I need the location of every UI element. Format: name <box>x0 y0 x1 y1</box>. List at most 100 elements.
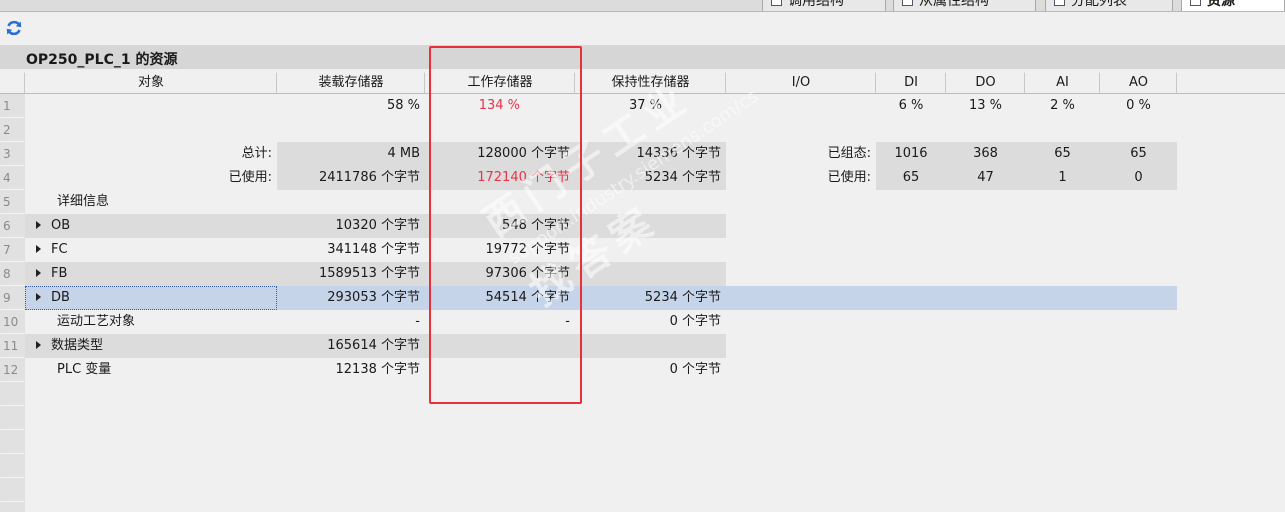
object-cell[interactable]: DB <box>25 286 277 310</box>
work-memory-cell: 128000 个字节 <box>425 142 575 166</box>
header-work-memory[interactable]: 工作存储器 <box>425 72 575 94</box>
ao-cell: 65 <box>1100 142 1177 166</box>
table-row[interactable]: 3 总计: 4 MB 128000 个字节 14336 个字节 已组态: 101… <box>0 142 1285 166</box>
work-memory-cell: 134 % <box>478 98 520 113</box>
load-memory-cell: - <box>415 314 420 329</box>
resource-title-bar: OP250_PLC_1 的资源 <box>0 45 1285 69</box>
expand-arrow-icon[interactable] <box>36 269 41 277</box>
do-cell: 47 <box>946 166 1025 190</box>
editor-tab-strip: 调用结构 从属性结构 分配列表 资源 <box>0 0 1285 12</box>
load-memory-cell: 4 MB <box>277 142 425 166</box>
header-retain-memory[interactable]: 保持性存储器 <box>575 72 726 94</box>
assignment-list-icon <box>1054 0 1065 6</box>
header-do[interactable]: DO <box>946 72 1025 94</box>
empty-row <box>0 382 1285 406</box>
row-number: 1 <box>0 94 25 118</box>
table-row[interactable]: 7 FC 341148 个字节 19772 个字节 <box>0 238 1285 262</box>
expand-arrow-icon[interactable] <box>36 221 41 229</box>
table-header-row: 对象 装载存储器 工作存储器 保持性存储器 I/O DI DO AI AO <box>0 72 1285 94</box>
retain-memory-cell: 14336 个字节 <box>575 142 726 166</box>
object-cell: 详细信息 <box>57 194 110 209</box>
object-cell: 运动工艺对象 <box>57 314 136 329</box>
expand-arrow-icon[interactable] <box>36 293 41 301</box>
object-cell[interactable]: FC <box>25 238 277 262</box>
header-object[interactable]: 对象 <box>25 72 277 94</box>
ao-cell: 0 <box>1100 166 1177 190</box>
object-cell: PLC 变量 <box>57 362 112 377</box>
work-memory-cell: 54514 个字节 <box>485 290 571 305</box>
row-number: 11 <box>0 334 25 358</box>
object-cell: 总计: <box>241 146 272 161</box>
ai-cell: 2 % <box>1050 98 1075 113</box>
empty-row <box>0 430 1285 454</box>
object-cell[interactable]: OB <box>25 214 277 238</box>
table-row[interactable]: 2 <box>0 118 1285 142</box>
di-cell: 65 <box>876 166 946 190</box>
resources-icon <box>1190 0 1201 6</box>
load-memory-cell: 58 % <box>386 98 420 113</box>
load-memory-cell: 10320 个字节 <box>277 214 425 238</box>
table-row[interactable]: 12 PLC 变量 12138 个字节 0 个字节 <box>0 358 1285 382</box>
header-io[interactable]: I/O <box>726 72 876 94</box>
retain-memory-cell: 5234 个字节 <box>575 166 726 190</box>
empty-row <box>0 454 1285 478</box>
work-memory-cell: 19772 个字节 <box>485 242 571 257</box>
retain-memory-cell <box>575 238 726 262</box>
table-row[interactable]: 5 详细信息 <box>0 190 1285 214</box>
refresh-icon[interactable] <box>4 18 24 38</box>
expand-arrow-icon[interactable] <box>36 341 41 349</box>
table-row[interactable]: 8 FB 1589513 个字节 97306 个字节 <box>0 262 1285 286</box>
row-number: 2 <box>0 118 25 142</box>
tab-resources[interactable]: 资源 <box>1181 0 1285 11</box>
io-cell: 已组态: <box>827 146 871 161</box>
object-cell[interactable]: FB <box>25 262 277 286</box>
header-ai[interactable]: AI <box>1025 72 1100 94</box>
row-number: 4 <box>0 166 25 190</box>
table-row[interactable]: 4 已使用: 2411786 个字节 172140 个字节 5234 个字节 已… <box>0 166 1285 190</box>
row-number: 6 <box>0 214 25 238</box>
io-cell: 已使用: <box>827 170 871 185</box>
call-structure-icon <box>771 0 782 6</box>
do-cell: 368 <box>946 142 1025 166</box>
row-number: 7 <box>0 238 25 262</box>
table-row[interactable]: 11 数据类型 165614 个字节 <box>0 334 1285 358</box>
header-ao[interactable]: AO <box>1100 72 1177 94</box>
ao-cell: 0 % <box>1126 98 1151 113</box>
table-row[interactable]: 1 58 % 134 % 37 % 6 % 13 % 2 % 0 % <box>0 94 1285 118</box>
row-number: 5 <box>0 190 25 214</box>
retain-memory-cell: 0 个字节 <box>669 362 721 377</box>
resources-table: 对象 装载存储器 工作存储器 保持性存储器 I/O DI DO AI AO 1 … <box>0 72 1285 512</box>
di-cell: 1016 <box>876 142 946 166</box>
table-row[interactable]: 10 运动工艺对象 - - 0 个字节 <box>0 310 1285 334</box>
table-row-selected[interactable]: 9 DB 293053 个字节 54514 个字节 5234 个字节 <box>0 286 1285 310</box>
dependency-structure-icon <box>902 0 913 6</box>
object-cell: 已使用: <box>228 170 272 185</box>
empty-row <box>0 478 1285 502</box>
load-memory-cell: 12138 个字节 <box>335 362 421 377</box>
load-memory-cell: 293053 个字节 <box>327 290 420 305</box>
load-memory-cell: 1589513 个字节 <box>277 262 425 286</box>
table-row[interactable]: 6 OB 10320 个字节 548 个字节 <box>0 214 1285 238</box>
retain-memory-cell: 5234 个字节 <box>644 290 721 305</box>
expand-arrow-icon[interactable] <box>36 245 41 253</box>
object-cell[interactable]: 数据类型 <box>25 334 277 358</box>
row-number: 8 <box>0 262 25 286</box>
load-memory-cell: 165614 个字节 <box>277 334 425 358</box>
header-di[interactable]: DI <box>876 72 946 94</box>
retain-memory-cell <box>575 334 726 358</box>
ai-cell: 1 <box>1025 166 1100 190</box>
row-number: 3 <box>0 142 25 166</box>
row-number: 12 <box>0 358 25 382</box>
header-load-memory[interactable]: 装载存储器 <box>277 72 425 94</box>
work-memory-cell: 172140 个字节 <box>425 166 575 190</box>
tab-call-structure[interactable]: 调用结构 <box>762 0 886 11</box>
empty-row <box>0 502 1285 512</box>
empty-row <box>0 406 1285 430</box>
tab-dependency-structure[interactable]: 从属性结构 <box>893 0 1036 11</box>
load-memory-cell: 341148 个字节 <box>327 242 420 257</box>
tab-assignment-list[interactable]: 分配列表 <box>1045 0 1173 11</box>
retain-memory-cell <box>575 262 726 286</box>
retain-memory-cell <box>575 214 726 238</box>
work-memory-cell <box>425 334 575 358</box>
retain-memory-cell: 0 个字节 <box>669 314 721 329</box>
